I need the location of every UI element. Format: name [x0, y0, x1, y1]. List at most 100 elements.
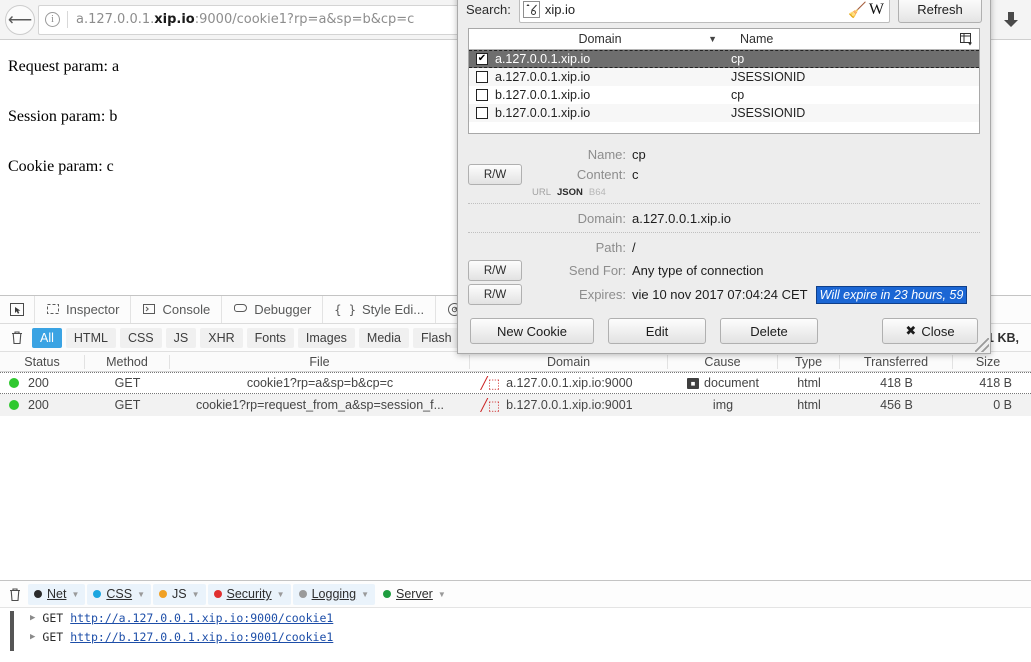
table-row[interactable]: 200 GET cookie1?rp=request_from_a&sp=ses…	[0, 394, 1031, 416]
triangle-right-icon[interactable]: ▶	[30, 632, 35, 642]
site-info-icon[interactable]: i	[45, 12, 60, 27]
edit-button[interactable]: Edit	[608, 318, 706, 344]
cookie-domain: a.127.0.0.1.xip.io	[495, 52, 591, 66]
list-item[interactable]: ✔ a.127.0.0.1.xip.io cp	[469, 50, 979, 68]
chevron-down-icon[interactable]: ▼	[71, 590, 79, 599]
list-item[interactable]: b.127.0.0.1.xip.io cp	[469, 86, 979, 104]
log-group-bar	[10, 611, 14, 651]
filter-all[interactable]: All	[32, 327, 62, 348]
filter-flash[interactable]: Flash	[412, 327, 460, 348]
cookie-domain: b.127.0.0.1.xip.io	[495, 88, 591, 102]
refresh-button[interactable]: Refresh	[898, 0, 982, 23]
triangle-right-icon[interactable]: ▶	[30, 613, 35, 623]
column-header-cause[interactable]: Cause	[668, 354, 778, 369]
sendfor-label: Send For:	[568, 263, 626, 278]
column-header-domain[interactable]: Domain	[470, 354, 668, 369]
search-input[interactable]	[539, 1, 849, 18]
column-header-method[interactable]: Method	[85, 354, 170, 369]
style-editor-icon: { }	[334, 302, 356, 317]
console-filter-logging[interactable]: Logging ▼	[292, 583, 376, 605]
chevron-down-icon[interactable]: ▼	[192, 590, 200, 599]
filter-xhr[interactable]: XHR	[200, 327, 243, 348]
column-header-type[interactable]: Type	[778, 354, 840, 369]
cookie-manager-dialog: Search: 🧹 W Refresh Domain ▼ Name	[457, 0, 991, 354]
console-filter-js[interactable]: JS ▼	[153, 583, 206, 605]
column-header-name[interactable]: Name	[731, 32, 953, 46]
filter-css[interactable]: CSS	[119, 327, 162, 348]
console-panel: Net ▼ CSS ▼ JS ▼ Security ▼ Logging ▼ Se…	[0, 580, 1031, 662]
close-label: Close	[921, 323, 955, 339]
chevron-down-icon[interactable]: ▼	[137, 590, 145, 599]
blocked-icon: ╱⬚	[480, 398, 501, 412]
chevron-down-icon[interactable]: ▼	[277, 590, 285, 599]
console-filter-server[interactable]: Server ▼	[377, 584, 452, 605]
element-picker-icon[interactable]	[0, 296, 35, 323]
console-filter-net[interactable]: Net ▼	[28, 583, 86, 605]
filter-html[interactable]: HTML	[65, 327, 116, 348]
row-domain: ╱⬚ a.127.0.0.1.xip.io:9000	[470, 376, 668, 390]
list-item[interactable]: ▶ GET http://b.127.0.0.1.xip.io:9001/coo…	[10, 627, 1031, 646]
content-rw-button[interactable]: R/W	[468, 164, 522, 185]
back-button[interactable]: ⟵	[5, 4, 35, 35]
console-filter-css[interactable]: CSS ▼	[87, 583, 151, 605]
console-filter-security[interactable]: Security ▼	[207, 583, 291, 605]
column-header-status[interactable]: Status	[0, 354, 85, 369]
tab-console[interactable]: Console	[131, 296, 223, 323]
column-header-size[interactable]: Size	[953, 355, 1023, 369]
trash-icon[interactable]	[6, 330, 28, 345]
tab-debugger[interactable]: Debugger	[222, 296, 324, 323]
cookie-checkbox[interactable]: ✔	[469, 53, 495, 65]
sendfor-rw-button[interactable]: R/W	[468, 260, 522, 281]
sendfor-value: Any type of connection	[632, 263, 764, 278]
url-divider	[67, 11, 68, 28]
expires-rw-button[interactable]: R/W	[468, 284, 522, 305]
search-label: Search:	[466, 2, 511, 17]
column-picker-icon[interactable]	[953, 32, 979, 46]
filter-settings-icon[interactable]	[522, 1, 540, 18]
cookie-search-row: Search: 🧹 W Refresh	[458, 0, 990, 28]
close-button[interactable]: ✖ Close	[882, 318, 978, 344]
new-cookie-button[interactable]: New Cookie	[470, 318, 594, 344]
filter-images[interactable]: Images	[297, 327, 355, 348]
filter-media[interactable]: Media	[358, 327, 409, 348]
tab-inspector-label: Inspector	[66, 302, 120, 317]
log-url[interactable]: http://b.127.0.0.1.xip.io:9001/cookie1	[70, 630, 333, 644]
row-method: GET	[114, 376, 141, 390]
column-header-file[interactable]: File	[170, 354, 470, 369]
table-row[interactable]: 200 GET cookie1?rp=a&sp=b&cp=c ╱⬚ a.127.…	[0, 372, 1031, 394]
cookie-checkbox[interactable]	[469, 107, 495, 119]
list-item[interactable]: b.127.0.0.1.xip.io JSESSIONID	[469, 104, 979, 122]
list-item[interactable]: ▶ GET http://a.127.0.0.1.xip.io:9000/coo…	[10, 608, 1031, 627]
search-field-wrapper[interactable]: 🧹 W	[518, 0, 890, 23]
log-url[interactable]: http://a.127.0.0.1.xip.io:9000/cookie1	[70, 611, 333, 625]
row-domain-text: a.127.0.0.1.xip.io:9000	[506, 376, 633, 390]
cookie-checkbox[interactable]	[469, 71, 495, 83]
row-cause-text: img	[712, 398, 734, 412]
cookie-details: Name: cp R/W Content: c URL JSON B64 Dom…	[458, 134, 990, 309]
chevron-down-icon[interactable]: ▼	[361, 590, 369, 599]
cookie-checkbox[interactable]	[469, 89, 495, 101]
encoding-url[interactable]: URL	[532, 187, 551, 198]
trash-icon[interactable]	[4, 587, 26, 602]
column-header-transferred[interactable]: Transferred	[840, 354, 953, 369]
cookie-name: cp	[731, 52, 745, 66]
resize-grip[interactable]	[975, 338, 989, 352]
delete-button[interactable]: Delete	[720, 318, 818, 344]
console-filter-logging-label: Logging	[311, 587, 357, 601]
console-filter-css-label: CSS	[106, 587, 133, 601]
encoding-options: URL JSON B64	[522, 187, 606, 198]
tab-inspector[interactable]: Inspector	[35, 296, 132, 323]
filter-js[interactable]: JS	[165, 327, 197, 348]
download-arrow-icon[interactable]	[991, 0, 1031, 40]
column-header-domain[interactable]: Domain ▼	[469, 32, 731, 46]
filter-fonts[interactable]: Fonts	[246, 327, 294, 348]
tab-style-editor[interactable]: { } Style Edi...	[323, 296, 437, 323]
chevron-down-icon[interactable]: ▼	[438, 590, 446, 599]
name-label: Name:	[587, 146, 626, 162]
blocked-icon: ╱⬚	[480, 376, 501, 390]
list-item[interactable]: a.127.0.0.1.xip.io JSESSIONID	[469, 68, 979, 86]
encoding-json[interactable]: JSON	[557, 187, 583, 198]
tab-console-label: Console	[162, 302, 211, 317]
broom-icon[interactable]: 🧹	[848, 1, 869, 19]
encoding-b64[interactable]: B64	[589, 187, 606, 198]
